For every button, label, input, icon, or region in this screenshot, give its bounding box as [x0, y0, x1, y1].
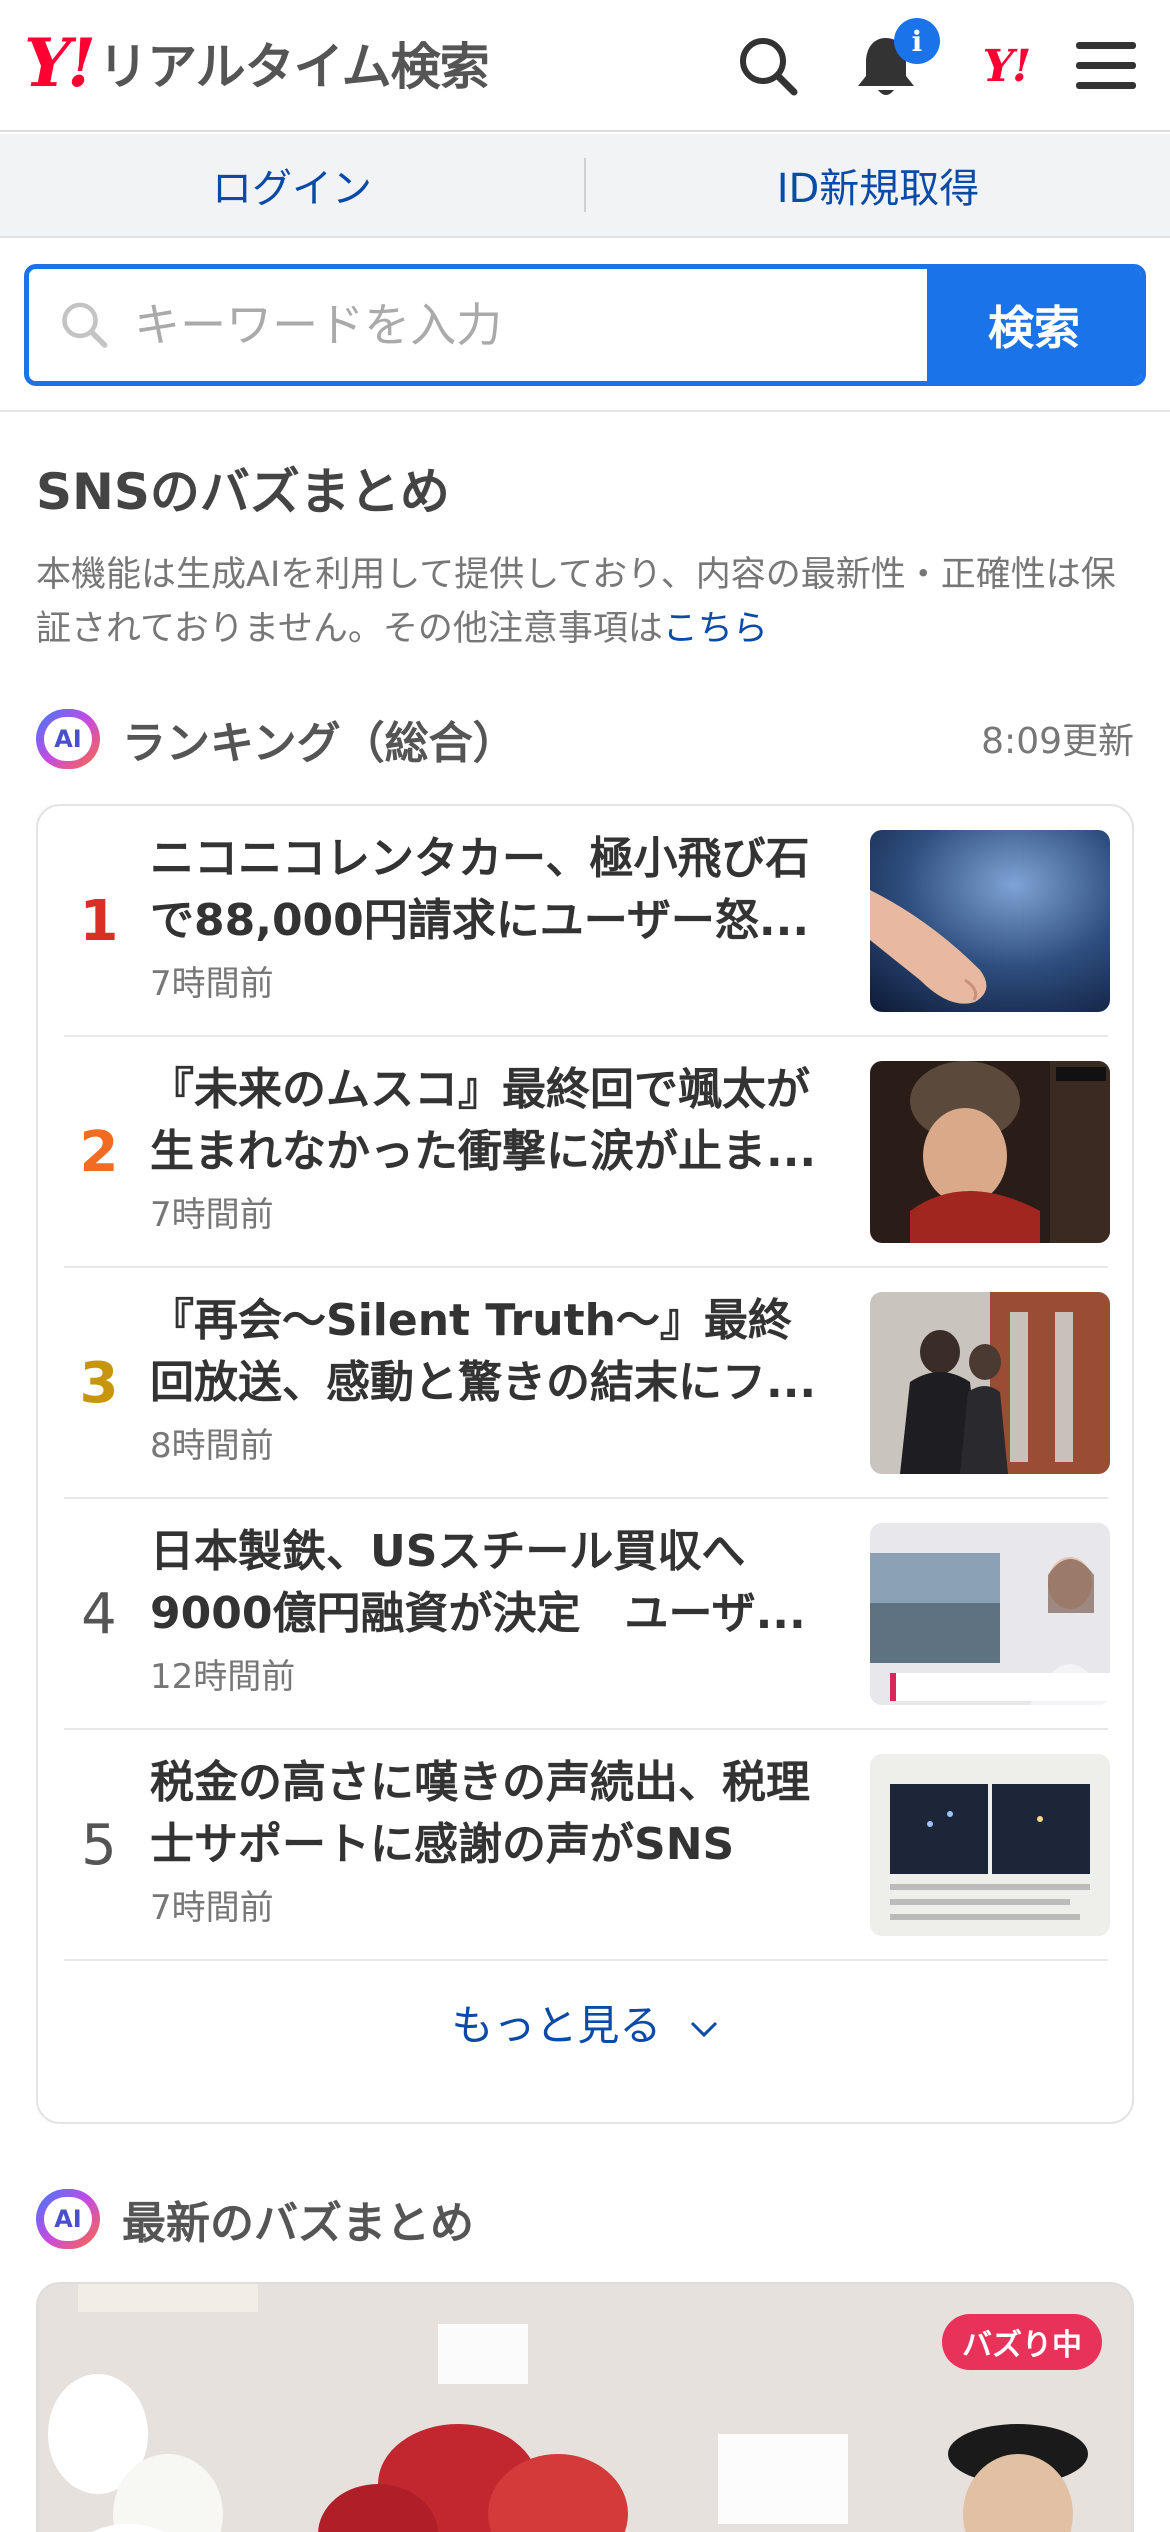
- rank-number: 3: [79, 1351, 119, 1416]
- ranking-thumbnail: [870, 1523, 1110, 1705]
- buzz-status-badge: バズり中: [942, 2314, 1102, 2370]
- ranking-title: ランキング（総合）: [122, 718, 517, 769]
- yahoo-top-link[interactable]: Y!: [966, 26, 1046, 106]
- rank-number: 5: [81, 1813, 117, 1878]
- ranking-item-title: 『再会〜Silent Truth〜』最終回放送、感動と驚きの結末にフ...: [150, 1295, 817, 1408]
- latest-heading: AI 最新のバズまとめ: [36, 2184, 474, 2254]
- ranking-item-time: 12時間前: [150, 1657, 296, 1697]
- ranking-item-title: 日本製鉄、USスチール買収へ9000億円融資が決定 ユーザ...: [150, 1526, 806, 1639]
- ranking-item-time: 7時間前: [150, 964, 274, 1004]
- ranking-card: 1 ニコニコレンタカー、極小飛び石で88,000円請求にユーザー怒... 7時間…: [36, 804, 1134, 2124]
- search-field-icon: [62, 302, 108, 348]
- ranking-thumbnail: [870, 1292, 1110, 1474]
- ranking-item-time: 7時間前: [150, 1195, 274, 1235]
- ranking-item-2[interactable]: 2 『未来のムスコ』最終回で颯太が生まれなかった衝撃に涙が止ま... 7時間前: [64, 1037, 1110, 1268]
- login-link[interactable]: ログイン: [0, 156, 584, 214]
- auth-bar: ログイン ID新規取得: [0, 134, 1170, 238]
- ai-icon-label: AI: [44, 717, 92, 761]
- search-input[interactable]: [134, 298, 927, 352]
- menu-icon[interactable]: [1066, 26, 1146, 106]
- ranking-item-time: 8時間前: [150, 1426, 274, 1466]
- ranking-item-1[interactable]: 1 ニコニコレンタカー、極小飛び石で88,000円請求にユーザー怒... 7時間…: [64, 806, 1110, 1037]
- search-box: 検索: [24, 264, 1146, 386]
- ranking-thumbnail: [870, 830, 1110, 1012]
- notification-bell-icon[interactable]: i: [846, 18, 940, 106]
- logo-text: リアルタイム検索: [98, 38, 489, 96]
- register-link[interactable]: ID新規取得: [586, 156, 1170, 214]
- ranking-heading: AI ランキング（総合）: [36, 704, 517, 774]
- latest-title: 最新のバズまとめ: [122, 2198, 474, 2249]
- rank-number: 4: [81, 1582, 117, 1647]
- ranking-item-5[interactable]: 5 税金の高さに嘆きの声続出、税理士サポートに感謝の声がSNS上... 7時間前: [64, 1730, 1110, 1961]
- ranking-item-title: ニコニコレンタカー、極小飛び石で88,000円請求にユーザー怒...: [150, 833, 810, 946]
- ranking-item-title: 『未来のムスコ』最終回で颯太が生まれなかった衝撃に涙が止ま...: [150, 1064, 817, 1177]
- search-field: [29, 269, 927, 381]
- ai-notice-text: 本機能は生成AIを利用して提供しており、内容の最新性・正確性は保証されておりませ…: [36, 555, 1116, 649]
- ranking-thumbnail: [870, 1061, 1110, 1243]
- yahoo-mark: Y!: [982, 40, 1032, 92]
- chevron-down-icon: [690, 2021, 717, 2037]
- search-icon[interactable]: [728, 26, 808, 106]
- ai-notice: 本機能は生成AIを利用して提供しており、内容の最新性・正確性は保証されておりませ…: [36, 548, 1146, 656]
- search-button[interactable]: 検索: [927, 269, 1141, 381]
- ranking-item-title: 税金の高さに嘆きの声続出、税理士サポートに感謝の声がSNS上...: [150, 1757, 810, 1870]
- ai-icon-label: AI: [44, 2197, 92, 2241]
- more-button[interactable]: もっと見る: [38, 1992, 1132, 2053]
- latest-buzz-card[interactable]: バズり中: [36, 2282, 1134, 2532]
- page-title: SNSのバズまとめ: [36, 463, 450, 521]
- notice-link[interactable]: こちら: [663, 609, 768, 649]
- updated-time: 8:09更新: [981, 721, 1134, 762]
- ranking-item-time: 7時間前: [150, 1888, 274, 1928]
- yahoo-realtime-logo[interactable]: Y! リアルタイム検索: [24, 24, 490, 102]
- rank-number: 1: [79, 889, 119, 954]
- notification-badge: i: [894, 18, 940, 64]
- app-header: Y! リアルタイム検索 i Y!: [0, 0, 1170, 132]
- ai-icon: AI: [36, 2189, 100, 2249]
- ranking-item-3[interactable]: 3 『再会〜Silent Truth〜』最終回放送、感動と驚きの結末にフ... …: [64, 1268, 1110, 1499]
- more-label: もっと見る: [451, 2001, 662, 2050]
- logo-mark: Y!: [24, 24, 96, 102]
- ranking-thumbnail: [870, 1754, 1110, 1936]
- ranking-item-4[interactable]: 4 日本製鉄、USスチール買収へ9000億円融資が決定 ユーザ... 12時間前: [64, 1499, 1110, 1730]
- ai-icon: AI: [36, 709, 100, 769]
- rank-number: 2: [79, 1120, 119, 1185]
- section-divider: [0, 410, 1170, 412]
